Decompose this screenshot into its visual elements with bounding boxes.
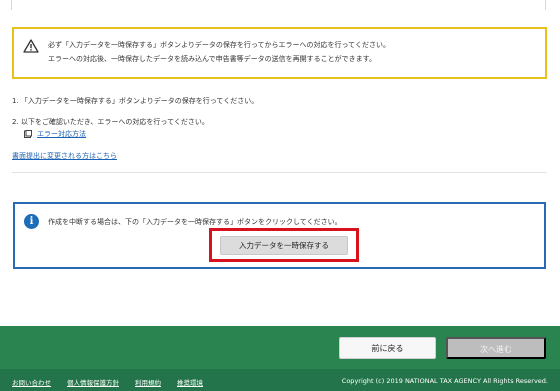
error-guide-link[interactable]: エラー対応方法 (24, 129, 86, 139)
panel-right-border (545, 0, 546, 10)
footer-link-terms[interactable]: 利用規約 (135, 377, 161, 387)
book-icon (24, 130, 32, 138)
footer-link-environment[interactable]: 推奨環境 (177, 377, 203, 387)
main-content: 必ず「入力データを一時保存する」ボタンよりデータの保存を行ってからエラーへの対応… (0, 0, 560, 326)
info-box: i 作成を中断する場合は、下の「入力データを一時保存する」ボタンをクリックしてく… (13, 202, 546, 269)
warning-text-line2: エラーへの対応後、一時保存したデータを読み込んで申告書等データの送信を再開するこ… (48, 55, 376, 63)
panel-left-border (11, 0, 12, 10)
info-icon: i (24, 214, 39, 229)
paper-submission-link[interactable]: 書面提出に変更される方はこちら (12, 151, 117, 161)
next-button[interactable]: 次へ進む (446, 337, 546, 359)
highlight-frame: 入力データを一時保存する (209, 228, 359, 262)
divider (12, 172, 547, 173)
warning-triangle-icon (23, 39, 39, 53)
error-guide-link-label[interactable]: エラー対応方法 (37, 129, 86, 139)
footer-links: お問い合わせ 個人情報保護方針 利用規約 推奨環境 (12, 377, 219, 387)
footer-link-privacy[interactable]: 個人情報保護方針 (67, 377, 119, 387)
footer-bottom-bar: お問い合わせ 個人情報保護方針 利用規約 推奨環境 Copyright (c) … (0, 369, 560, 391)
warning-text-line1: 必ず「入力データを一時保存する」ボタンよりデータの保存を行ってからエラーへの対応… (48, 41, 390, 49)
footer-link-contact[interactable]: お問い合わせ (12, 377, 51, 387)
warning-box: 必ず「入力データを一時保存する」ボタンよりデータの保存を行ってからエラーへの対応… (12, 27, 547, 79)
step-1-text: 1. 「入力データを一時保存する」ボタンよりデータの保存を行ってください。 (12, 97, 259, 105)
save-data-button[interactable]: 入力データを一時保存する (220, 236, 348, 255)
copyright-text: Copyright (c) 2019 NATIONAL TAX AGENCY A… (341, 377, 548, 385)
step-2-text: 2. 以下をご確認いただき、エラーへの対応を行ってください。 (12, 118, 209, 126)
back-button[interactable]: 前に戻る (339, 337, 436, 359)
info-text: 作成を中断する場合は、下の「入力データを一時保存する」ボタンをクリックしてくださ… (48, 218, 342, 226)
